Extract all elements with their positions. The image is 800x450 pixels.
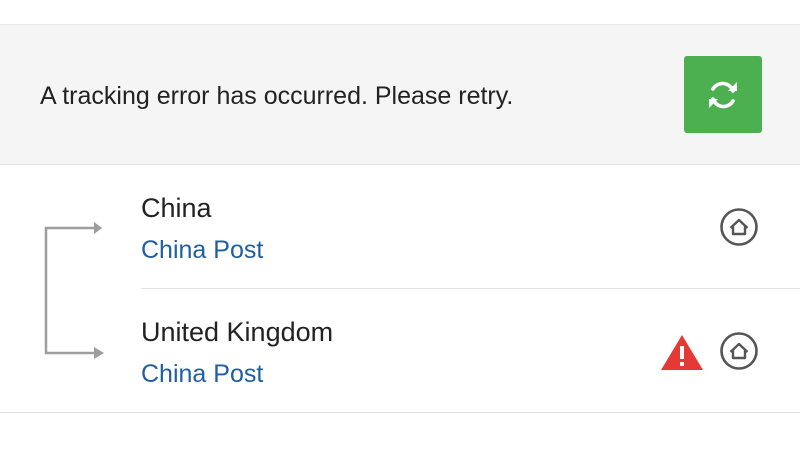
warning-icon: [661, 335, 703, 370]
stop-country-origin: China: [141, 193, 212, 223]
bottom-divider: [0, 412, 800, 413]
route-connector: [44, 222, 104, 359]
stop-country-destination: United Kingdom: [141, 317, 334, 347]
home-icon[interactable]: [719, 207, 759, 247]
row-divider: [141, 288, 800, 289]
tracking-page: A tracking error has occurred. Please re…: [0, 0, 800, 450]
stop-carrier-origin[interactable]: China Post: [141, 235, 263, 265]
home-icon[interactable]: [719, 331, 759, 371]
route-destination-arrow: [94, 347, 104, 359]
stop-carrier-destination[interactable]: China Post: [141, 359, 263, 389]
route-origin-marker: [94, 222, 102, 234]
refresh-icon: [709, 81, 737, 108]
retry-button[interactable]: [684, 56, 762, 133]
